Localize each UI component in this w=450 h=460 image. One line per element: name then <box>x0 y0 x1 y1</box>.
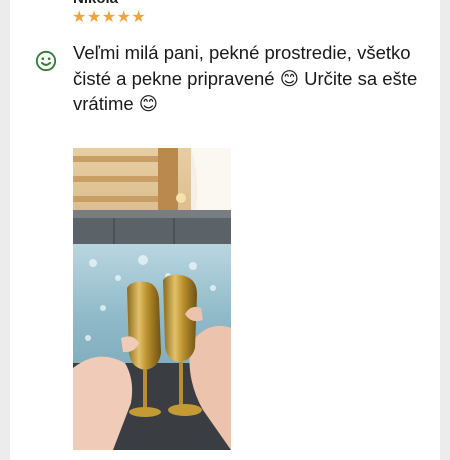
smiley-face-icon <box>35 50 57 72</box>
star-rating: ★★★★★ <box>72 9 147 26</box>
review-text: Veľmi milá pani, pekné prostredie, všetk… <box>73 42 418 114</box>
reviewer-name: Nikola <box>73 0 118 8</box>
review-photo[interactable] <box>73 148 231 450</box>
review-card: Nikola ★★★★★ Veľmi milá pani, pekné pros… <box>10 0 440 460</box>
